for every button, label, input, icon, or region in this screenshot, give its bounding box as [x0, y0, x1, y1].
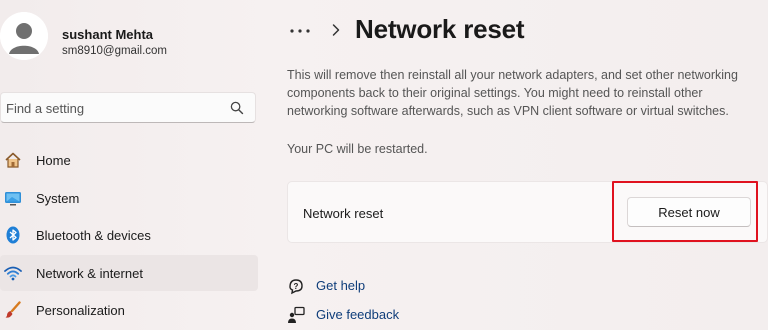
user-email: sm8910@gmail.com — [62, 45, 167, 57]
more-icon[interactable] — [287, 18, 313, 44]
brush-icon — [5, 301, 21, 318]
sidebar-nav: Home System Bluetooth & devices Network … — [0, 142, 258, 330]
wifi-icon — [4, 266, 22, 280]
home-icon — [5, 152, 21, 168]
avatar[interactable] — [0, 12, 48, 60]
sidebar-item-personalization[interactable]: Personalization — [0, 292, 258, 328]
chevron-right-icon — [332, 24, 340, 36]
highlight-annotation-box — [612, 181, 758, 242]
svg-text:?: ? — [294, 282, 299, 291]
sidebar-item-label: Bluetooth & devices — [36, 228, 151, 243]
search-box[interactable] — [0, 92, 256, 123]
avatar-icon — [0, 12, 48, 60]
restart-note: Your PC will be restarted. — [287, 142, 428, 156]
sidebar-item-system[interactable]: System — [0, 180, 258, 216]
system-icon — [5, 191, 21, 205]
sidebar-item-label: Personalization — [36, 303, 125, 318]
sidebar-item-label: Home — [36, 153, 71, 168]
user-name: sushant Mehta — [62, 27, 154, 42]
sidebar-item-bluetooth-devices[interactable]: Bluetooth & devices — [0, 217, 258, 253]
bluetooth-icon — [6, 226, 20, 244]
user-profile[interactable]: sushant Mehta sm8910@gmail.com — [0, 12, 260, 72]
give-feedback-label[interactable]: Give feedback — [316, 307, 399, 322]
help-icon: ? — [289, 279, 303, 295]
search-icon[interactable] — [230, 101, 244, 115]
network-reset-label: Network reset — [303, 206, 384, 221]
sidebar-item-label: System — [36, 190, 80, 206]
feedback-icon — [288, 306, 305, 323]
sidebar-item-label: Network & internet — [36, 265, 143, 281]
search-input[interactable] — [6, 99, 221, 117]
sidebar-item-network-internet[interactable]: Network & internet — [0, 254, 258, 291]
get-help-label[interactable]: Get help — [316, 278, 365, 293]
page-title: Network reset — [355, 14, 525, 44]
sidebar-item-home[interactable]: Home — [0, 142, 258, 178]
reset-description: This will remove then reinstall all your… — [287, 68, 738, 118]
